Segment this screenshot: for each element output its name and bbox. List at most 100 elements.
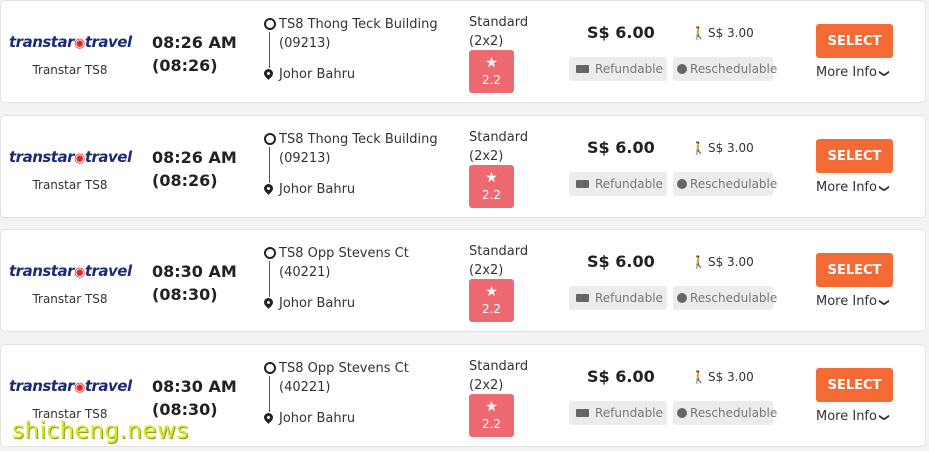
price: S$ 6.00 xyxy=(587,252,655,271)
logo-word-1: transtar xyxy=(9,377,75,395)
rating-badge: ★ 2.2 xyxy=(469,279,514,322)
departure-time-block: 08:30 AM (08:30) xyxy=(152,375,237,421)
location-pin-icon xyxy=(262,296,275,309)
destination-name: Johor Bahru xyxy=(279,67,356,82)
select-button[interactable]: SELECT xyxy=(816,253,893,287)
destination-stop: Johor Bahru xyxy=(262,295,356,313)
select-button[interactable]: SELECT xyxy=(816,139,893,173)
clock-icon xyxy=(677,178,687,189)
destination-name: Johor Bahru xyxy=(279,296,356,311)
origin-code: (09213) xyxy=(279,36,331,51)
destination-stop: Johor Bahru xyxy=(262,410,355,428)
operator-logo: transtar◉travel xyxy=(9,25,132,59)
route-line xyxy=(269,147,270,183)
more-info-link[interactable]: More Info ❯ xyxy=(816,180,890,195)
chevron-down-icon: ❯ xyxy=(878,298,890,307)
origin-name: TS8 Thong Teck Building xyxy=(279,132,438,147)
route: TS8 Thong Teck Building (09213) Johor Ba… xyxy=(262,15,449,82)
globe-icon: ◉ xyxy=(74,265,85,280)
star-icon: ★ xyxy=(485,284,498,300)
refundable-label: Refundable xyxy=(595,177,663,191)
departure-time: 08:30 AM xyxy=(152,377,237,396)
price: S$ 6.00 xyxy=(587,138,655,157)
trip-card: transtar◉travel Transtar TS8 08:30 AM (0… xyxy=(0,229,926,332)
destination-stop: Johor Bahru xyxy=(262,181,356,199)
select-button[interactable]: SELECT xyxy=(816,24,893,58)
operator-logo: transtar◉travel xyxy=(9,254,132,288)
seat-type: Standard xyxy=(469,15,529,30)
refundable-label: Refundable xyxy=(595,62,663,76)
refundable-label: Refundable xyxy=(595,406,663,420)
operator-block: transtar◉travel Transtar TS8 xyxy=(9,254,132,306)
per-person-price: 🚶 S$ 3.00 xyxy=(691,141,754,155)
select-button[interactable]: SELECT xyxy=(816,368,893,402)
destination-name: Johor Bahru xyxy=(279,182,356,197)
origin-stop: TS8 Opp Stevens Ct (40221) xyxy=(264,244,449,282)
rating-value: 2.2 xyxy=(481,302,502,316)
per-person-value: S$ 3.00 xyxy=(707,370,754,384)
operator-block: transtar◉travel Transtar TS8 xyxy=(9,25,132,77)
origin-circle-icon xyxy=(264,247,276,259)
clock-icon xyxy=(677,63,687,74)
operator-logo: transtar◉travel xyxy=(9,140,132,174)
route: TS8 Opp Stevens Ct (40221) Johor Bahru xyxy=(262,244,449,311)
seat-type: Standard xyxy=(469,130,529,145)
trip-card: transtar◉travel Transtar TS8 08:26 AM (0… xyxy=(0,0,926,103)
destination-stop: Johor Bahru xyxy=(262,66,356,84)
star-icon: ★ xyxy=(485,55,498,71)
origin-name: TS8 Opp Stevens Ct xyxy=(279,246,409,261)
departure-time: 08:26 AM xyxy=(152,148,237,167)
refundable-badge: Refundable xyxy=(569,401,667,425)
person-icon: 🚶 xyxy=(691,370,706,384)
reschedulable-label: Reschedulable xyxy=(690,177,778,191)
route-line xyxy=(269,376,270,412)
origin-name: TS8 Opp Stevens Ct xyxy=(279,361,409,376)
watermark: shicheng.news xyxy=(12,418,189,444)
reschedulable-badge: Reschedulable xyxy=(673,57,777,81)
price: S$ 6.00 xyxy=(587,367,655,386)
more-info-link[interactable]: More Info ❯ xyxy=(816,409,890,424)
globe-icon: ◉ xyxy=(74,36,85,51)
more-info-link[interactable]: More Info ❯ xyxy=(816,65,890,80)
seat-layout: (2x2) xyxy=(469,34,504,49)
location-pin-icon xyxy=(262,411,275,424)
trip-card: transtar◉travel Transtar TS8 08:26 AM (0… xyxy=(0,115,926,218)
chevron-down-icon: ❯ xyxy=(878,413,890,422)
origin-stop: TS8 Thong Teck Building (09213) xyxy=(264,130,449,168)
route-line xyxy=(269,261,270,297)
seat-layout: (2x2) xyxy=(469,263,504,278)
globe-icon: ◉ xyxy=(74,380,85,395)
departure-time: 08:26 AM xyxy=(152,33,237,52)
ticket-icon xyxy=(576,179,589,188)
operator-block: transtar◉travel Transtar TS8 xyxy=(9,369,132,421)
rating-badge: ★ 2.2 xyxy=(469,394,514,437)
star-icon: ★ xyxy=(485,399,498,415)
seat-info: Standard (2x2) xyxy=(469,128,528,166)
origin-circle-icon xyxy=(264,362,276,374)
departure-time-24h: (08:26) xyxy=(152,56,218,75)
seat-type: Standard xyxy=(469,244,529,259)
person-icon: 🚶 xyxy=(691,141,706,155)
seat-layout: (2x2) xyxy=(469,149,504,164)
seat-type: Standard xyxy=(469,359,529,374)
rating-value: 2.2 xyxy=(481,188,502,202)
origin-circle-icon xyxy=(264,133,276,145)
per-person-price: 🚶 S$ 3.00 xyxy=(691,370,754,384)
location-pin-icon xyxy=(262,182,275,195)
operator-block: transtar◉travel Transtar TS8 xyxy=(9,140,132,192)
seat-info: Standard (2x2) xyxy=(469,242,528,280)
refundable-badge: Refundable xyxy=(569,57,667,81)
departure-time-block: 08:26 AM (08:26) xyxy=(152,146,237,192)
chevron-down-icon: ❯ xyxy=(878,69,890,78)
route: TS8 Thong Teck Building (09213) Johor Ba… xyxy=(262,130,449,197)
more-info-link[interactable]: More Info ❯ xyxy=(816,294,890,309)
rating-value: 2.2 xyxy=(481,417,502,431)
origin-stop: TS8 Thong Teck Building (09213) xyxy=(264,15,449,53)
more-info-label: More Info xyxy=(816,409,877,424)
globe-icon: ◉ xyxy=(74,151,85,166)
logo-word-2: travel xyxy=(84,33,132,51)
refundable-label: Refundable xyxy=(595,291,663,305)
departure-time-block: 08:30 AM (08:30) xyxy=(152,260,237,306)
per-person-value: S$ 3.00 xyxy=(707,26,754,40)
route-line xyxy=(269,32,270,68)
